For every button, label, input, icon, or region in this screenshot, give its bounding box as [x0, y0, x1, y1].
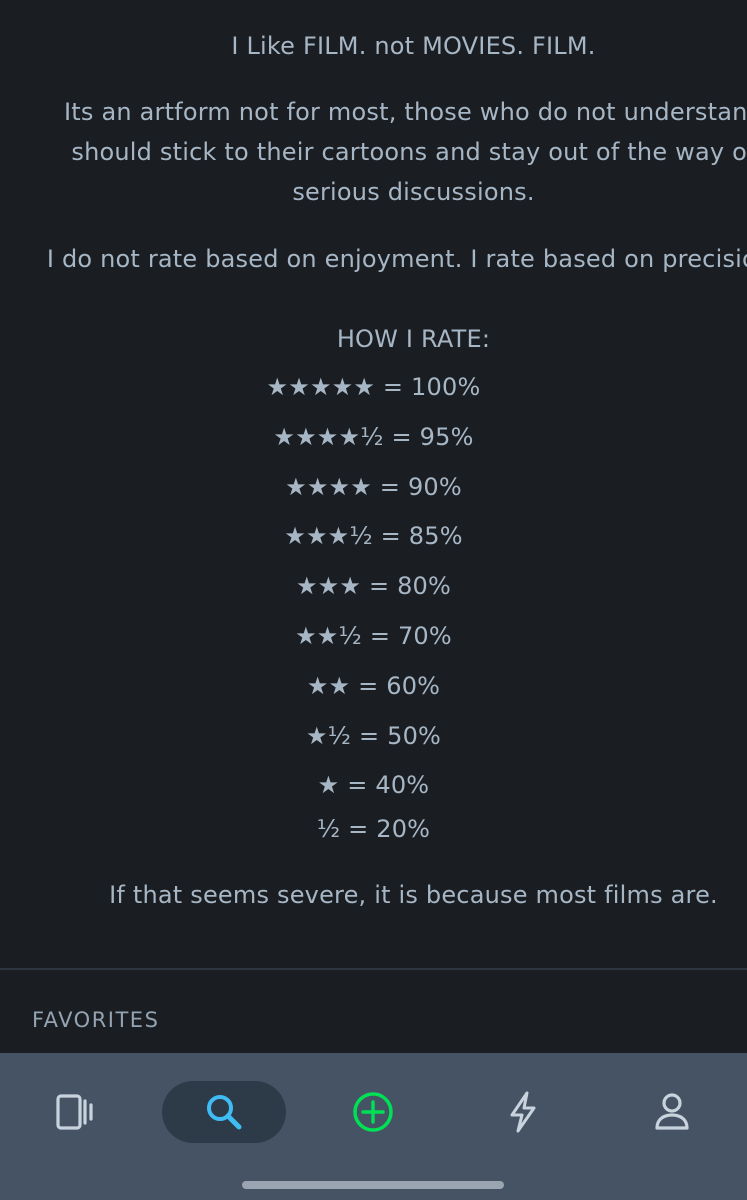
nav-films-tab[interactable] — [30, 1081, 120, 1143]
favorites-section-title: FAVORITES — [32, 1008, 160, 1032]
rating-scale-item: ★★★★½ = 95% — [273, 422, 474, 451]
profile-icon — [652, 1090, 692, 1134]
rating-scale-item: ★★½ = 70% — [295, 621, 452, 650]
bio-paragraph-3: I do not rate based on enjoyment. I rate… — [46, 245, 747, 273]
rate-heading: HOW I RATE: — [336, 325, 491, 353]
rating-scale-item: ½ = 20% — [316, 815, 431, 843]
section-divider — [0, 968, 747, 970]
bio-closing: If that seems severe, it is because most… — [109, 881, 718, 909]
nav-add-button[interactable] — [328, 1081, 418, 1143]
nav-search-tab[interactable] — [162, 1081, 286, 1143]
rating-scale-item: ★★★★★ = 100% — [266, 373, 481, 401]
films-icon — [54, 1092, 96, 1132]
add-circle-icon — [351, 1090, 395, 1134]
bio-paragraph-2: Its an artform not for most, those who d… — [64, 98, 747, 206]
activity-bolt-icon — [506, 1090, 540, 1134]
nav-activity-tab[interactable] — [478, 1081, 568, 1143]
rating-scale-item: ★★★½ = 85% — [284, 522, 463, 551]
rating-scale-item: ★★★ = 80% — [295, 572, 452, 601]
rating-scale-item: ★★ = 60% — [306, 671, 441, 700]
home-indicator[interactable] — [242, 1181, 504, 1189]
search-icon — [204, 1092, 244, 1132]
bio-line-1: I Like FILM. not MOVIES. FILM. — [231, 32, 596, 60]
nav-profile-tab[interactable] — [627, 1081, 717, 1143]
rating-scale-item: ★½ = 50% — [305, 721, 442, 750]
rating-scale-list: ★★★★★ = 100% ★★★★½ = 95% ★★★★ = 90% ★★★½… — [0, 366, 747, 843]
rating-scale-item: ★★★★ = 90% — [285, 472, 462, 501]
rating-scale-item: ★ = 40% — [317, 771, 430, 800]
bottom-nav-bar — [0, 1053, 747, 1200]
